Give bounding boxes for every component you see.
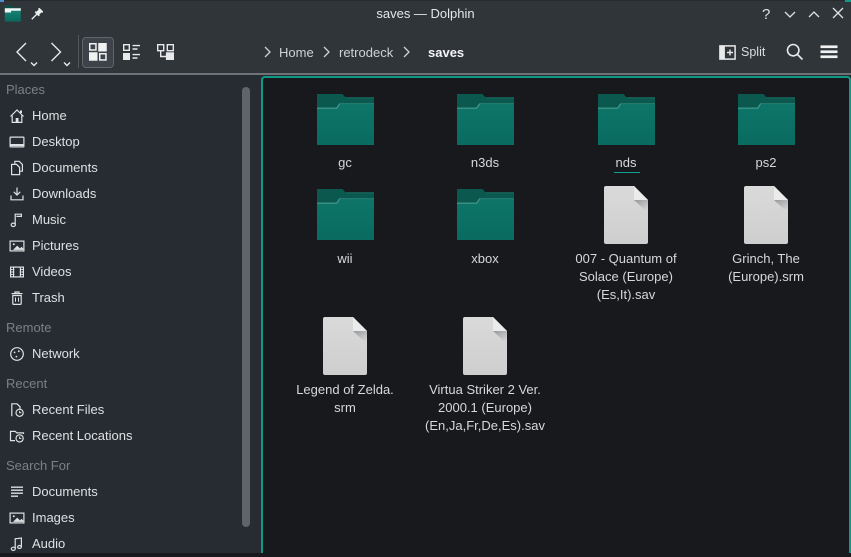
svg-text:?: ? bbox=[762, 6, 770, 23]
